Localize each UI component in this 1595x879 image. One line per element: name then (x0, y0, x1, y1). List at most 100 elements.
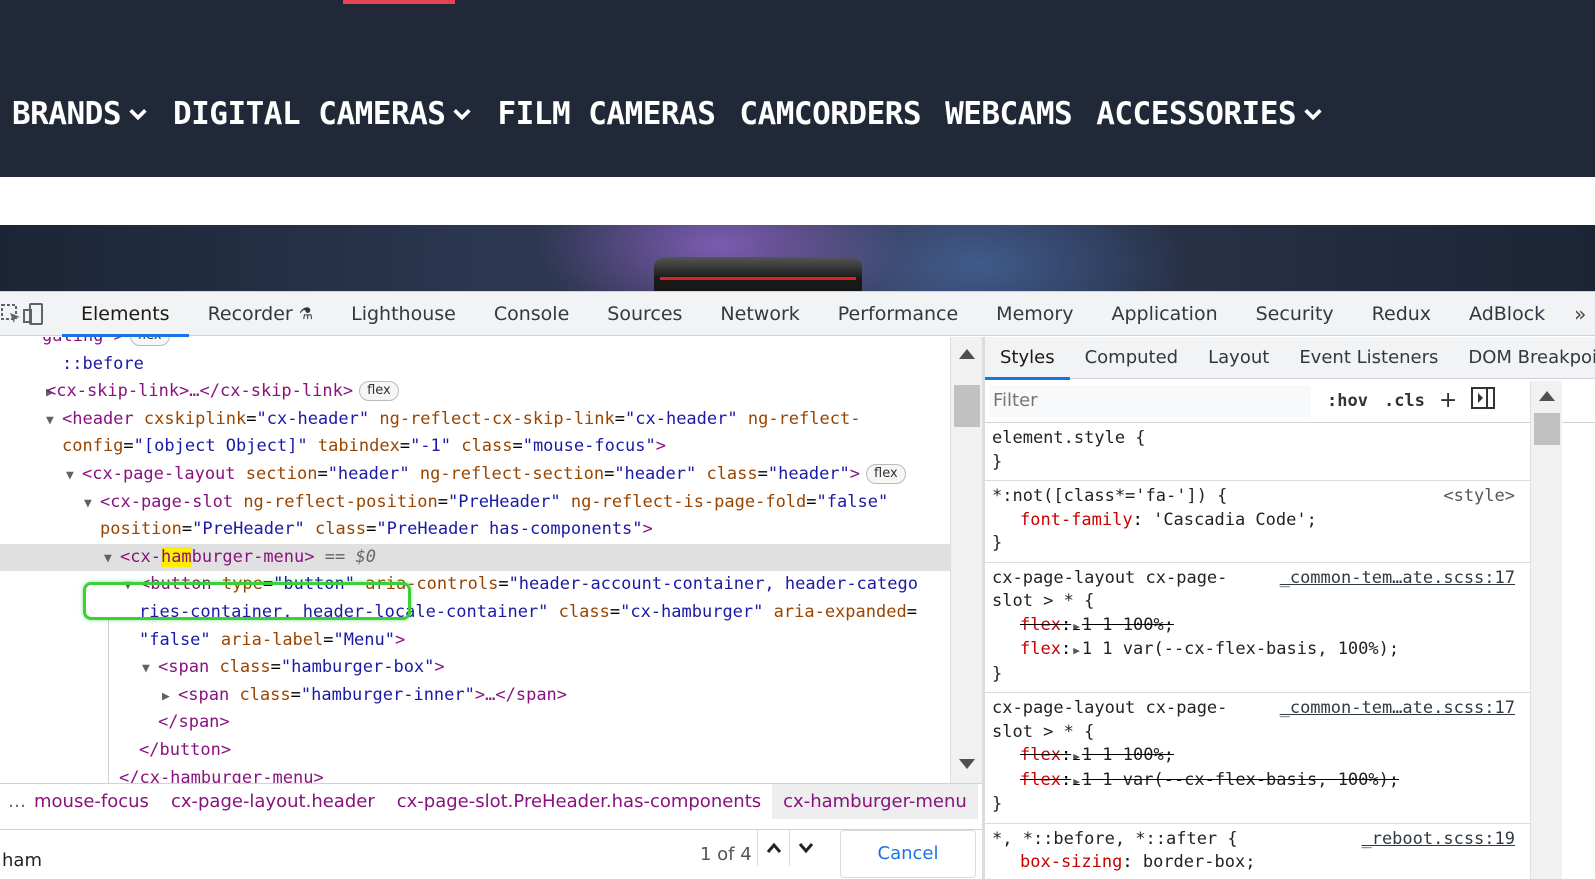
search-prev-button[interactable] (757, 830, 789, 866)
tab-redux[interactable]: Redux (1353, 292, 1450, 336)
collapse-triangle-icon[interactable]: ▼ (142, 655, 158, 683)
nav-item-accessories[interactable]: ACCESSORIES (1096, 96, 1324, 132)
cls-button[interactable]: .cls (1384, 391, 1425, 411)
tab-adblock[interactable]: AdBlock (1450, 292, 1564, 336)
dom-node-span-inner[interactable]: ▶ <span class="hamburger-inner">…</span> (0, 682, 950, 710)
chevron-down-icon (798, 843, 813, 854)
tab-network[interactable]: Network (701, 292, 818, 336)
tab-lighthouse[interactable]: Lighthouse (332, 292, 475, 336)
scroll-thumb[interactable] (1534, 413, 1560, 445)
dom-node-button-cont[interactable]: ries-container, header-locale-container"… (0, 599, 950, 627)
dom-tree[interactable]: gating >flex ::before ▶<cx-skip-link>…</… (0, 337, 950, 783)
device-toolbar-icon[interactable] (22, 292, 46, 336)
nav-item-camcorders[interactable]: CAMCORDERS (739, 96, 921, 132)
scroll-up-icon[interactable] (1539, 391, 1555, 401)
toggle-sidebar-icon[interactable] (1471, 386, 1496, 415)
flex-badge[interactable]: flex (129, 337, 170, 346)
style-rule[interactable]: cx-page-layout cx-page- slot > * { _comm… (985, 563, 1555, 693)
breadcrumb-item[interactable]: cx-page-layout.header (160, 784, 386, 819)
tab-layout[interactable]: Layout (1193, 337, 1284, 379)
scroll-thumb[interactable] (954, 385, 980, 427)
breadcrumb-item-active[interactable]: cx-hamburger-menu (772, 784, 978, 819)
tab-event-listeners[interactable]: Event Listeners (1284, 337, 1453, 379)
new-style-rule-icon[interactable]: + (1439, 388, 1457, 413)
dom-node-close-span[interactable]: </span> (0, 709, 950, 737)
dom-node-header-cont[interactable]: config="[object Object]" tabindex="-1" c… (0, 433, 950, 461)
tab-elements[interactable]: Elements (62, 292, 189, 337)
breadcrumb-item[interactable]: cx-page-slot.PreHeader.has-components (386, 784, 772, 819)
rule-source-link[interactable]: <style> (1443, 485, 1515, 509)
breadcrumb-item[interactable]: mouse-focus (34, 784, 160, 819)
styles-scrollbar[interactable] (1530, 381, 1562, 879)
style-rule[interactable]: *:not([class*='fa-']) { <style> font-fam… (985, 481, 1555, 563)
chevron-down-icon (1304, 109, 1322, 121)
expand-arrow-icon[interactable]: ▶ (1073, 644, 1080, 657)
expand-arrow-icon[interactable]: ▶ (1073, 775, 1080, 788)
collapse-triangle-icon[interactable]: ▼ (46, 407, 62, 435)
tab-security[interactable]: Security (1237, 292, 1353, 336)
search-match-highlight: ham (160, 546, 192, 567)
chevron-down-icon (453, 109, 472, 121)
tab-console[interactable]: Console (475, 292, 588, 336)
tab-sources[interactable]: Sources (588, 292, 701, 336)
tab-performance[interactable]: Performance (819, 292, 977, 336)
scroll-down-icon[interactable] (959, 759, 975, 769)
dom-node-button-cont2[interactable]: "false" aria-label="Menu"> (0, 627, 950, 655)
dom-node-close-hamburger[interactable]: </cx-hamburger-menu> (0, 765, 950, 784)
collapse-triangle-icon[interactable]: ▼ (124, 572, 140, 600)
expand-arrow-icon[interactable]: ▶ (1073, 620, 1080, 633)
style-rule[interactable]: *, *::before, *::after { _reboot.scss:19… (985, 824, 1555, 879)
style-rule[interactable]: element.style { } (985, 423, 1555, 481)
nav-item-webcams[interactable]: WEBCAMS (945, 96, 1073, 132)
tab-styles[interactable]: Styles (985, 337, 1070, 380)
more-tabs-icon[interactable]: » (1564, 302, 1595, 326)
active-indicator-bar (343, 0, 455, 4)
nav-item-film-cameras[interactable]: FILM CAMERAS (497, 96, 715, 132)
hero-banner-image (0, 225, 1595, 291)
dom-node-span-box[interactable]: ▼ <span class="hamburger-box"> (0, 654, 950, 682)
tab-memory[interactable]: Memory (977, 292, 1092, 336)
styles-toolbar: :hov .cls + (985, 379, 1595, 423)
tab-dom-breakpoints[interactable]: DOM Breakpoints (1453, 337, 1595, 379)
dom-node-hamburger-menu-selected[interactable]: ▼ <cx-hamburger-menu> == $0 (0, 543, 950, 573)
devtools-tabbar: Elements Recorder ⚗ Lighthouse Console S… (0, 292, 1595, 337)
chevron-up-icon (766, 842, 781, 853)
expand-triangle-icon[interactable]: ▶ (0, 379, 54, 407)
collapse-triangle-icon[interactable]: ▼ (104, 545, 120, 573)
dom-node-skip-link[interactable]: ▶<cx-skip-link>…</cx-skip-link> flex (0, 378, 950, 406)
search-input[interactable] (0, 830, 680, 879)
rule-source-link[interactable]: _common-tem…ate.scss:17 (1280, 697, 1515, 721)
dom-node-page-slot[interactable]: ▼ <cx-page-slot ng-reflect-position="PreH… (0, 489, 950, 517)
search-next-button[interactable] (789, 830, 821, 866)
collapse-triangle-icon[interactable]: ▼ (84, 490, 100, 518)
rule-source-link[interactable]: _reboot.scss:19 (1361, 828, 1515, 852)
flex-badge[interactable]: flex (866, 463, 906, 484)
dom-node-before[interactable]: ::before (0, 351, 950, 379)
dom-node-page-layout[interactable]: ▼ <cx-page-layout section="header" ng-ref… (0, 461, 950, 489)
dom-node-header[interactable]: ▼ <header cxskiplink="cx-header" ng-refle… (0, 406, 950, 434)
expand-arrow-icon[interactable]: ▶ (1073, 750, 1080, 763)
scroll-up-icon[interactable] (959, 349, 975, 359)
tab-application[interactable]: Application (1092, 292, 1236, 336)
style-rule[interactable]: cx-page-layout cx-page- slot > * { _comm… (985, 693, 1555, 824)
cancel-button[interactable]: Cancel (840, 830, 976, 878)
tab-recorder[interactable]: Recorder ⚗ (189, 292, 333, 336)
inspect-element-icon[interactable] (0, 292, 22, 336)
styles-filter-input[interactable] (989, 384, 1311, 417)
nav-item-brands[interactable]: BRANDS (12, 96, 149, 132)
breadcrumb-overflow-left[interactable]: … (0, 791, 34, 812)
tab-computed[interactable]: Computed (1070, 337, 1194, 379)
style-rules: element.style { } *:not([class*='fa-']) … (985, 423, 1595, 879)
dom-node-close-button[interactable]: </button> (0, 737, 950, 765)
collapse-triangle-icon[interactable]: ▼ (66, 462, 82, 490)
indent-guide (108, 620, 109, 783)
dom-scrollbar[interactable] (950, 337, 982, 783)
nav-item-digital-cameras[interactable]: DIGITAL CAMERAS (173, 96, 473, 132)
dom-node-line[interactable]: gating >flex (0, 337, 950, 351)
rule-source-link[interactable]: _common-tem…ate.scss:17 (1280, 567, 1515, 591)
expand-triangle-icon[interactable]: ▶ (162, 683, 178, 711)
dom-node-page-slot-cont[interactable]: position="PreHeader" class="PreHeader ha… (0, 516, 950, 544)
hov-button[interactable]: :hov (1327, 391, 1368, 411)
flex-badge[interactable]: flex (359, 381, 399, 402)
dom-node-button[interactable]: ▼ <button type="button" aria-controls="he… (0, 571, 950, 599)
